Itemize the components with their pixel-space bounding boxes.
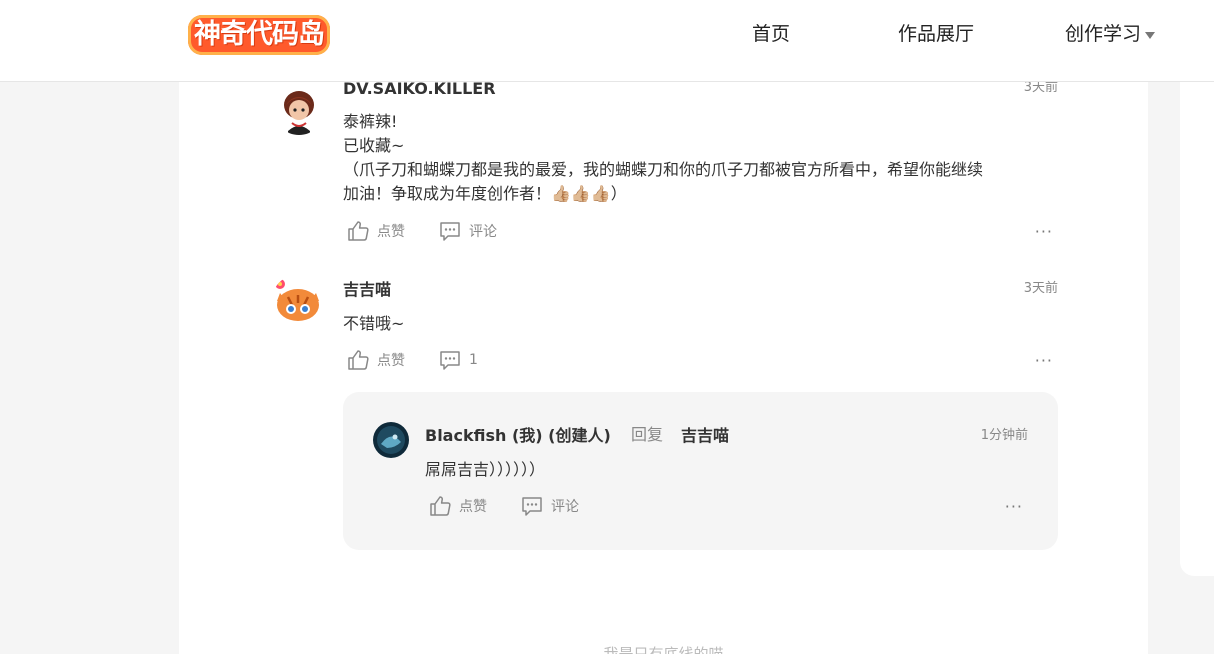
- nav-learn[interactable]: 创作学习: [1065, 20, 1156, 48]
- comment-username[interactable]: DV.SAIKO.KILLER: [343, 79, 496, 99]
- comment-label: 评论: [469, 224, 497, 240]
- site-logo[interactable]: 神奇代码岛: [188, 13, 340, 59]
- comment-username[interactable]: 吉吉喵: [343, 280, 391, 300]
- reply-time: 1分钟前: [980, 428, 1028, 443]
- more-options-icon[interactable]: ···: [1035, 353, 1053, 369]
- like-label: 点赞: [459, 499, 487, 515]
- nav-home[interactable]: 首页: [752, 20, 790, 48]
- comments-panel: DV.SAIKO.KILLER 3天前 泰裤辣! 已收藏~ （爪子刀和蝴蝶刀都是…: [179, 79, 1148, 654]
- comment-time: 3天前: [1023, 281, 1058, 296]
- nav-gallery[interactable]: 作品展厅: [898, 20, 974, 48]
- like-button[interactable]: 点赞: [347, 349, 405, 371]
- like-button[interactable]: 点赞: [429, 495, 487, 517]
- comment-button[interactable]: 1: [439, 349, 478, 371]
- thumbs-up-icon: [348, 221, 369, 241]
- comment-actions: 点赞 1: [347, 349, 512, 371]
- right-side-panel: [1180, 82, 1214, 576]
- comment-button[interactable]: 评论: [439, 220, 497, 242]
- reply-thread: Blackfish (我) (创建人) 回复 吉吉喵 1分钟前 屌屌吉吉））））…: [343, 392, 1058, 550]
- comment-icon: [440, 222, 460, 241]
- reply-word: 回复: [631, 425, 664, 444]
- comment-icon: [440, 351, 460, 370]
- end-of-list-note: 我是只有底线的喵: [603, 645, 724, 654]
- top-header: 神奇代码岛 首页 作品展厅 创作学习: [0, 0, 1214, 82]
- thumbs-up-icon: [348, 350, 369, 370]
- like-label: 点赞: [377, 353, 405, 369]
- comment-text: 不错哦~: [343, 314, 405, 333]
- reply-text: 屌屌吉吉））））））: [425, 460, 546, 479]
- reply-target-user[interactable]: 吉吉喵: [681, 426, 729, 446]
- comment-count: 1: [469, 352, 478, 368]
- more-options-icon[interactable]: ···: [1005, 499, 1023, 515]
- comment-actions: 点赞 评论: [347, 220, 531, 242]
- chevron-down-icon: [1145, 31, 1156, 39]
- comment-label: 评论: [551, 499, 579, 515]
- comment-text: 泰裤辣! 已收藏~ （爪子刀和蝴蝶刀都是我的最爱，我的蝴蝶刀和你的爪子刀都被官方…: [343, 112, 984, 203]
- nav-learn-label: 创作学习: [1065, 23, 1142, 45]
- comment-icon: [522, 497, 542, 516]
- comment-button[interactable]: 评论: [521, 495, 579, 517]
- like-label: 点赞: [377, 224, 405, 240]
- like-button[interactable]: 点赞: [347, 220, 405, 242]
- logo-text: 神奇代码岛: [188, 15, 330, 55]
- more-options-icon[interactable]: ···: [1035, 224, 1053, 240]
- reply-username[interactable]: Blackfish (我) (创建人): [425, 426, 611, 446]
- thumbs-up-icon: [430, 496, 451, 516]
- reply-actions: 点赞 评论: [429, 495, 613, 517]
- avatar[interactable]: [274, 85, 324, 135]
- avatar[interactable]: [373, 422, 409, 458]
- avatar[interactable]: [272, 275, 322, 325]
